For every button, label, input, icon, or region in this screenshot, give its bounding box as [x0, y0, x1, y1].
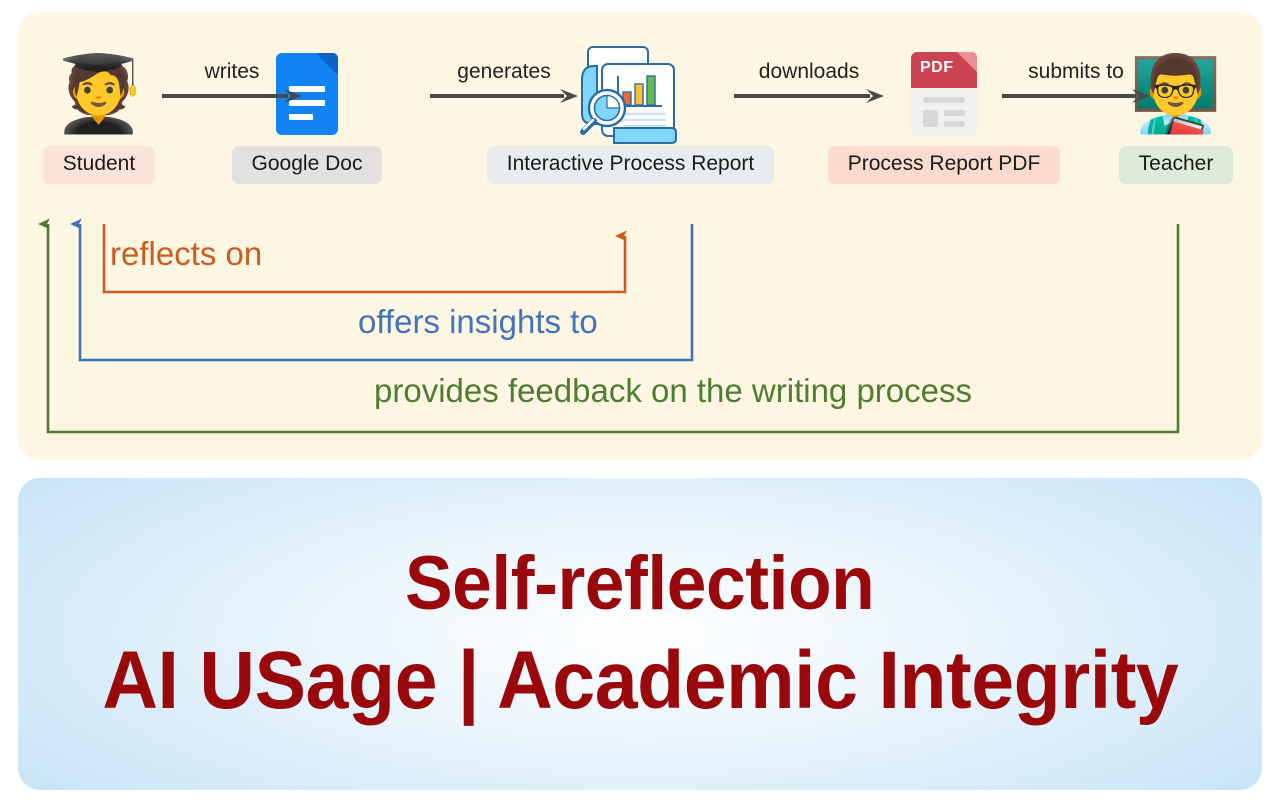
- arrow-writes: writes: [160, 60, 304, 105]
- pdf-content-block: [923, 110, 938, 127]
- arrow-submits-to: submits to: [1000, 60, 1152, 105]
- feedback-label-offers-insights: offers insights to: [358, 303, 598, 340]
- arrow-label-writes: writes: [204, 60, 260, 83]
- title-banner: Self-reflection AI USage | Academic Inte…: [18, 478, 1262, 790]
- arrow-glyph-downloads: [734, 89, 884, 103]
- pdf-content-line: [944, 110, 965, 116]
- arrow-label-downloads: downloads: [758, 60, 860, 83]
- node-label-google-doc: Google Doc: [231, 146, 383, 185]
- node-student[interactable]: 🧑‍🎓 Student: [26, 42, 172, 185]
- student-graduate-emoji: 🧑‍🎓: [52, 52, 146, 135]
- banner-title-line-1: Self-reflection: [405, 541, 875, 627]
- arrow-generates: generates: [428, 60, 580, 105]
- pdf-label-text: PDF: [920, 59, 954, 76]
- interactive-report-icon: [579, 46, 677, 144]
- feedback-label-reflects-on: reflects on: [110, 235, 263, 272]
- process-flow-panel: 🧑‍🎓 Student Google Doc: [18, 12, 1262, 460]
- node-label-process-report-pdf: Process Report PDF: [827, 146, 1061, 185]
- arrow-glyph-submits-to: [1002, 89, 1150, 103]
- pdf-file-icon: PDF: [911, 52, 977, 136]
- node-label-student: Student: [42, 146, 156, 185]
- arrow-label-generates: generates: [457, 60, 551, 83]
- arrow-downloads: downloads: [732, 60, 886, 105]
- banner-title-line-2: AI USage | Academic Integrity: [102, 634, 1178, 726]
- node-label-interactive-report: Interactive Process Report: [486, 146, 775, 185]
- student-icon-wrap: 🧑‍🎓: [26, 42, 172, 146]
- arrow-glyph-generates: [430, 89, 578, 103]
- doc-text-line: [289, 114, 313, 120]
- feedback-label-provides-feedback: provides feedback on the writing process: [374, 372, 972, 409]
- pdf-content-line: [923, 97, 965, 103]
- arrow-label-submits-to: submits to: [1028, 60, 1124, 83]
- node-label-teacher: Teacher: [1118, 146, 1234, 185]
- arrow-glyph-writes: [162, 89, 302, 103]
- pdf-content-line: [944, 121, 965, 127]
